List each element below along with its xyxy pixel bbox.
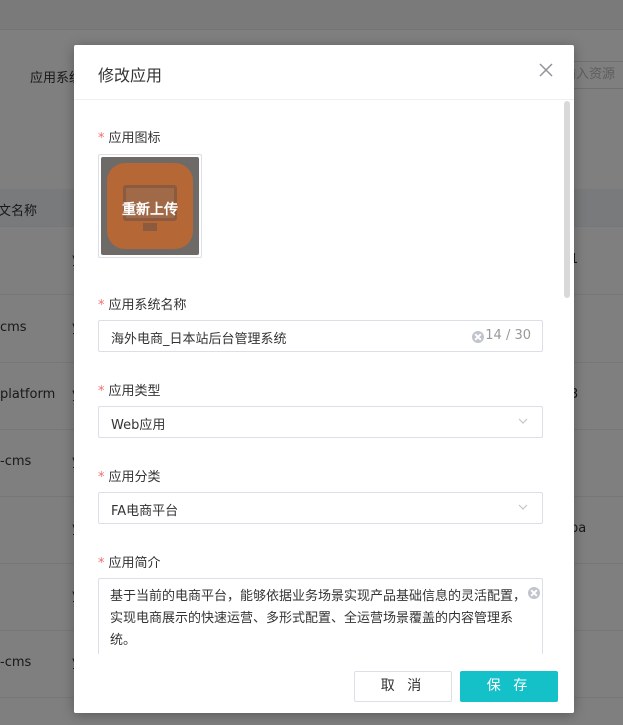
type-value: Web应用 bbox=[111, 418, 166, 433]
chevron-down-icon bbox=[518, 504, 528, 510]
intro-textarea[interactable]: 基于当前的电商平台，能够依据业务场景实现产品基础信息的灵活配置，实现电商展示的快… bbox=[98, 578, 543, 654]
cancel-button[interactable]: 取 消 bbox=[354, 671, 452, 702]
chevron-down-icon bbox=[518, 418, 528, 424]
intro-value: 基于当前的电商平台，能够依据业务场景实现产品基础信息的灵活配置，实现电商展示的快… bbox=[110, 589, 527, 648]
category-label: * 应用分类 bbox=[98, 470, 161, 485]
intro-label: * 应用简介 bbox=[98, 556, 161, 571]
edit-app-dialog: 修改应用 * 应用图标 重新上传 * 应用系统名称 海外电商_日本站后台管理系统 1… bbox=[74, 45, 574, 713]
type-label: * 应用类型 bbox=[98, 384, 161, 399]
system-name-label: * 应用系统名称 bbox=[98, 298, 187, 313]
clear-icon[interactable] bbox=[472, 331, 484, 343]
dialog-body: * 应用图标 重新上传 * 应用系统名称 海外电商_日本站后台管理系统 14 / 3… bbox=[74, 101, 574, 654]
char-counter: 14 / 30 bbox=[485, 328, 531, 343]
category-value: FA电商平台 bbox=[111, 504, 179, 519]
icon-uploader[interactable]: 重新上传 bbox=[98, 154, 202, 258]
save-button[interactable]: 保 存 bbox=[460, 671, 558, 702]
dialog-title: 修改应用 bbox=[98, 66, 163, 85]
reupload-button[interactable]: 重新上传 bbox=[101, 199, 199, 219]
type-select[interactable]: Web应用 bbox=[98, 406, 543, 438]
icon-field-label: * 应用图标 bbox=[98, 131, 161, 146]
system-name-value: 海外电商_日本站后台管理系统 bbox=[111, 332, 287, 347]
dialog-scrollbar[interactable] bbox=[564, 101, 570, 298]
close-icon[interactable] bbox=[538, 62, 554, 78]
clear-icon[interactable] bbox=[528, 587, 540, 599]
required-mark: * bbox=[98, 131, 105, 146]
dialog-header: 修改应用 bbox=[74, 45, 574, 100]
category-select[interactable]: FA电商平台 bbox=[98, 492, 543, 524]
app-icon-image: 重新上传 bbox=[101, 157, 199, 255]
dialog-footer: 取 消 保 存 bbox=[74, 654, 574, 713]
system-name-input[interactable]: 海外电商_日本站后台管理系统 14 / 30 bbox=[98, 320, 543, 352]
